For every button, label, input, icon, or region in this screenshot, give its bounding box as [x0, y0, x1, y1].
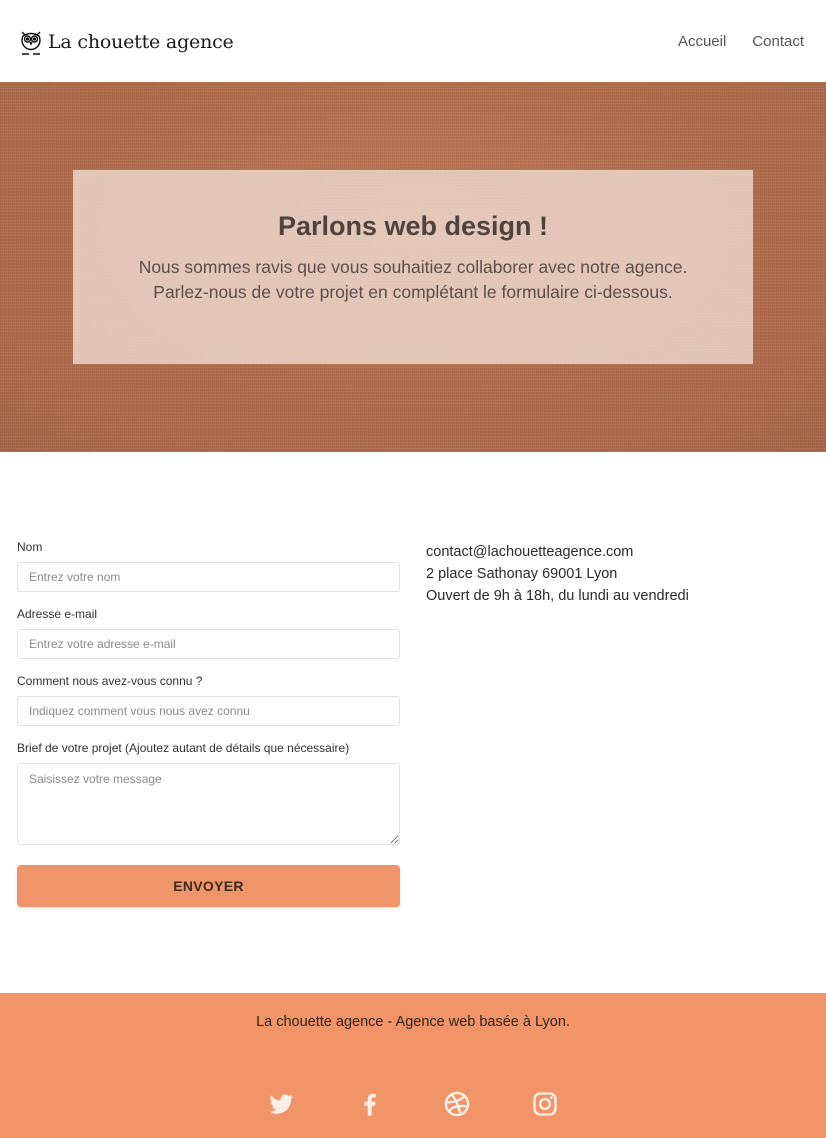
contact-form: Nom Adresse e-mail Comment nous avez-vou… — [17, 540, 401, 907]
contact-email: contact@lachouetteagence.com — [426, 544, 634, 560]
source-label: Comment nous avez-vous connu ? — [17, 674, 203, 688]
footer-tagline: La chouette agence - Agence web basée à … — [256, 1014, 570, 1030]
source-input[interactable] — [17, 696, 400, 726]
nav-link-home[interactable]: Accueil — [678, 33, 726, 50]
main-nav: Accueil Contact — [678, 33, 804, 50]
name-label: Nom — [17, 540, 43, 554]
hero-description: Nous sommes ravis que vous souhaitiez co… — [73, 255, 753, 305]
hero-card: Parlons web design ! Nous sommes ravis q… — [73, 170, 753, 364]
hero-title: Parlons web design ! — [277, 211, 549, 241]
hero-line-2: Parlez-nous de votre projet en complétan… — [153, 282, 673, 302]
email-label: Adresse e-mail — [17, 607, 98, 621]
site-header: La chouette agence Accueil Contact — [0, 0, 826, 82]
brief-textarea[interactable] — [17, 763, 400, 845]
twitter-icon[interactable] — [267, 1090, 295, 1118]
dribbble-icon[interactable] — [443, 1090, 471, 1118]
contact-info: contact@lachouetteagence.com 2 place Sat… — [426, 541, 689, 607]
owl-logo-icon — [18, 26, 44, 58]
brand[interactable]: La chouette agence — [18, 26, 234, 58]
brand-name: La chouette agence — [48, 31, 234, 53]
hero-line-1: Nous sommes ravis que vous souhaitiez co… — [138, 257, 688, 277]
instagram-icon[interactable] — [531, 1090, 559, 1118]
hero-banner: Parlons web design ! Nous sommes ravis q… — [0, 82, 826, 452]
contact-hours: Ouvert de 9h à 18h, du lundi au vendredi — [426, 588, 689, 604]
brief-label: Brief de votre projet (Ajoutez autant de… — [17, 741, 350, 755]
name-input[interactable] — [17, 562, 400, 592]
site-footer: La chouette agence - Agence web basée à … — [0, 993, 826, 1138]
contact-address: 2 place Sathonay 69001 Lyon — [426, 566, 618, 582]
email-input[interactable] — [17, 629, 400, 659]
facebook-icon[interactable] — [356, 1090, 384, 1118]
nav-link-contact[interactable]: Contact — [752, 33, 804, 50]
submit-button[interactable]: ENVOYER — [17, 865, 400, 907]
